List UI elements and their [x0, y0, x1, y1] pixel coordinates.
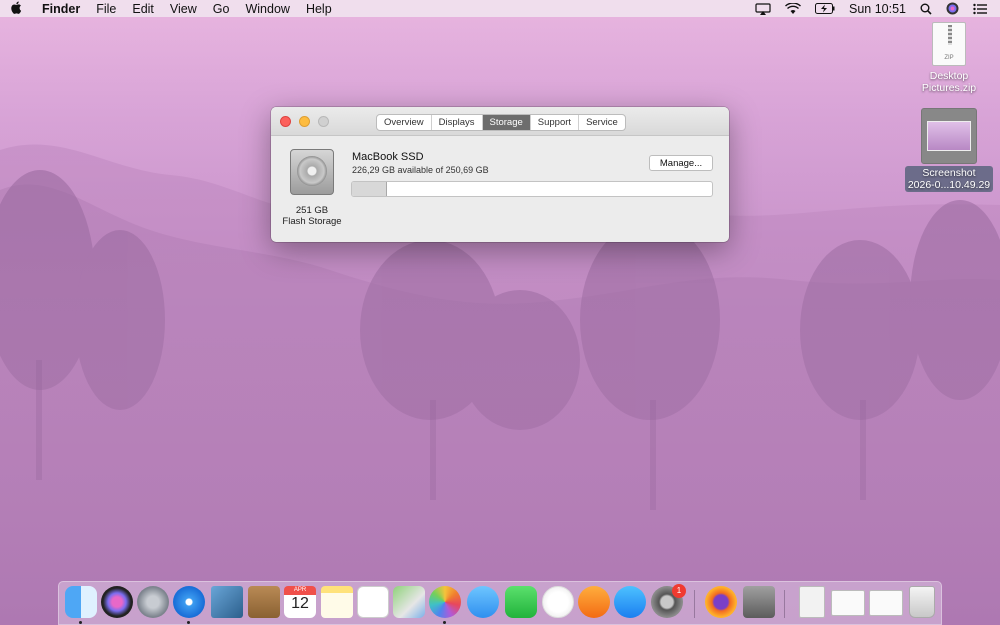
zip-file-icon: ZIP: [932, 22, 966, 66]
tab-storage[interactable]: Storage: [482, 115, 531, 130]
photos-icon[interactable]: [429, 586, 461, 618]
spotlight-search-icon[interactable]: [913, 3, 939, 15]
storage-used-segment: [352, 182, 387, 196]
menu-bar: Finder File Edit View Go Window Help Sun…: [0, 0, 1000, 17]
storage-usage-bar: [351, 181, 713, 197]
system-preferences-badge: 1: [672, 584, 686, 598]
tab-bar: Overview Displays Storage Support Servic…: [376, 114, 626, 131]
finder-running-indicator: [79, 621, 82, 624]
disk-type: Flash Storage: [282, 216, 342, 227]
menu-go[interactable]: Go: [205, 2, 238, 16]
siri-icon[interactable]: [939, 2, 966, 15]
menu-app-name[interactable]: Finder: [34, 2, 88, 16]
notification-center-icon[interactable]: [966, 3, 994, 15]
dock: APR 12 1: [58, 581, 942, 625]
screenshot-file-label: Screenshot 2026-0...10.49.29: [904, 166, 994, 192]
wallpaper: [0, 0, 1000, 625]
battery-icon[interactable]: [808, 3, 842, 14]
itunes-music-icon[interactable]: [542, 586, 574, 618]
screenshot-thumbnail-icon: [921, 108, 977, 164]
launchpad-icon[interactable]: [137, 586, 169, 618]
safari-icon[interactable]: [173, 586, 205, 618]
apple-menu-icon[interactable]: [0, 1, 34, 17]
siri-dock-icon[interactable]: [101, 586, 133, 618]
image-stack-icon[interactable]: [869, 590, 903, 616]
disk-utility-icon[interactable]: [743, 586, 775, 618]
disk-available: 226,29 GB available of 250,69 GB: [352, 165, 489, 175]
disk-name: MacBook SSD: [352, 151, 424, 163]
disk-info: 251 GB Flash Storage: [281, 149, 343, 227]
maps-icon[interactable]: [393, 586, 425, 618]
menu-window[interactable]: Window: [237, 2, 297, 16]
tab-displays[interactable]: Displays: [432, 115, 483, 130]
document-stack-icon[interactable]: [831, 590, 865, 616]
desktop-screenshot-file[interactable]: Screenshot 2026-0...10.49.29: [903, 108, 995, 192]
calendar-month: APR: [284, 586, 316, 595]
close-button[interactable]: [280, 116, 291, 127]
trash-icon[interactable]: [909, 586, 935, 618]
tab-support[interactable]: Support: [531, 115, 580, 130]
dock-separator: [694, 590, 695, 618]
downloads-stack-icon[interactable]: [799, 586, 825, 618]
desktop-zip-file[interactable]: ZIP Desktop Pictures.zip: [918, 22, 980, 94]
zip-file-label: Desktop Pictures.zip: [921, 70, 977, 94]
minimize-button[interactable]: [299, 116, 310, 127]
hard-drive-icon: [290, 149, 334, 195]
window-titlebar[interactable]: Overview Displays Storage Support Servic…: [271, 107, 729, 136]
menu-edit[interactable]: Edit: [124, 2, 162, 16]
clock[interactable]: Sun 10:51: [842, 2, 913, 16]
manage-button[interactable]: Manage...: [649, 155, 713, 171]
about-this-mac-window: Overview Displays Storage Support Servic…: [271, 107, 729, 242]
wifi-icon[interactable]: [778, 2, 808, 15]
mail-stamp-icon[interactable]: [211, 586, 243, 618]
calendar-day: 12: [291, 595, 309, 612]
dock-separator-2: [784, 590, 785, 618]
contacts-icon[interactable]: [248, 586, 280, 618]
notes-icon[interactable]: [321, 586, 353, 618]
airplay-icon[interactable]: [748, 2, 778, 15]
finder-icon[interactable]: [65, 586, 97, 618]
menu-file[interactable]: File: [88, 2, 124, 16]
app-store-icon[interactable]: [614, 586, 646, 618]
books-icon[interactable]: [578, 586, 610, 618]
messages-icon[interactable]: [467, 586, 499, 618]
zoom-button[interactable]: [318, 116, 329, 127]
safari-running-indicator: [187, 621, 190, 624]
menu-help[interactable]: Help: [298, 2, 340, 16]
menu-view[interactable]: View: [162, 2, 205, 16]
tab-service[interactable]: Service: [579, 115, 625, 130]
facetime-icon[interactable]: [505, 586, 537, 618]
reminders-icon[interactable]: [357, 586, 389, 618]
disk-capacity: 251 GB: [295, 205, 329, 216]
calendar-icon[interactable]: APR 12: [284, 586, 316, 618]
photos-running-indicator: [443, 621, 446, 624]
tab-overview[interactable]: Overview: [377, 115, 432, 130]
firefox-icon[interactable]: [705, 586, 737, 618]
